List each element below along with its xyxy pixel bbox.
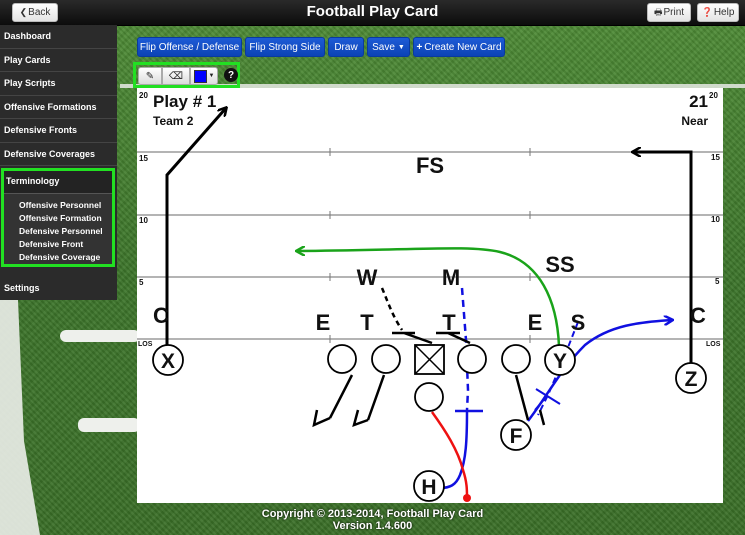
block-guard-left — [352, 374, 386, 427]
yard-label-15-right: 15 — [711, 153, 720, 162]
yard-label-5-left: 5 — [139, 278, 144, 287]
yard-label-5-right: 5 — [715, 277, 720, 286]
offensive-lineman[interactable] — [371, 344, 401, 374]
route-w-blitz-dashed — [380, 287, 404, 331]
player-x-label: X — [161, 350, 175, 373]
route-h-blue — [439, 409, 483, 490]
yard-label-20-left: 20 — [139, 91, 148, 100]
defender-c-right[interactable]: C — [690, 303, 706, 328]
defender-m[interactable]: M — [442, 265, 460, 290]
version-text: Version 1.4.600 — [332, 520, 413, 532]
defender-fs[interactable]: FS — [416, 153, 444, 178]
copyright-text: Copyright © 2013-2014, Football Play Car… — [261, 508, 484, 520]
player-f-label: F — [510, 425, 523, 448]
offensive-lineman[interactable] — [327, 344, 357, 374]
route-end-dot — [463, 494, 471, 502]
play-diagram[interactable]: 20 20 15 15 10 10 5 5 LOS LOS X Y Z F H … — [0, 0, 745, 535]
yard-label-15-left: 15 — [139, 154, 148, 163]
defender-s[interactable]: S — [571, 310, 586, 335]
player-z-label: Z — [685, 368, 698, 391]
los-label-left: LOS — [138, 341, 153, 348]
player-y-label: Y — [553, 350, 567, 373]
defender-e-right[interactable]: E — [528, 310, 543, 335]
defender-c-left[interactable]: C — [153, 303, 169, 328]
player-h-label: H — [421, 476, 436, 499]
yard-label-10-left: 10 — [139, 216, 148, 225]
offensive-lineman[interactable] — [501, 344, 531, 374]
offensive-lineman[interactable] — [457, 344, 487, 374]
defender-w[interactable]: W — [357, 265, 378, 290]
route-z-comeback — [633, 152, 693, 364]
yard-label-20-right: 20 — [709, 91, 718, 100]
defender-t-left[interactable]: T — [360, 310, 374, 335]
defender-ss[interactable]: SS — [545, 252, 574, 277]
los-label-right: LOS — [706, 341, 721, 348]
block-tackle-left — [312, 374, 354, 428]
defender-t-right[interactable]: T — [442, 310, 456, 335]
footer: Copyright © 2013-2014, Football Play Car… — [0, 508, 745, 532]
defender-e-left[interactable]: E — [316, 310, 331, 335]
route-y-green — [297, 248, 561, 347]
quarterback[interactable] — [414, 382, 444, 412]
yard-label-10-right: 10 — [711, 215, 720, 224]
route-x-post — [165, 108, 226, 347]
block-center — [392, 331, 433, 345]
